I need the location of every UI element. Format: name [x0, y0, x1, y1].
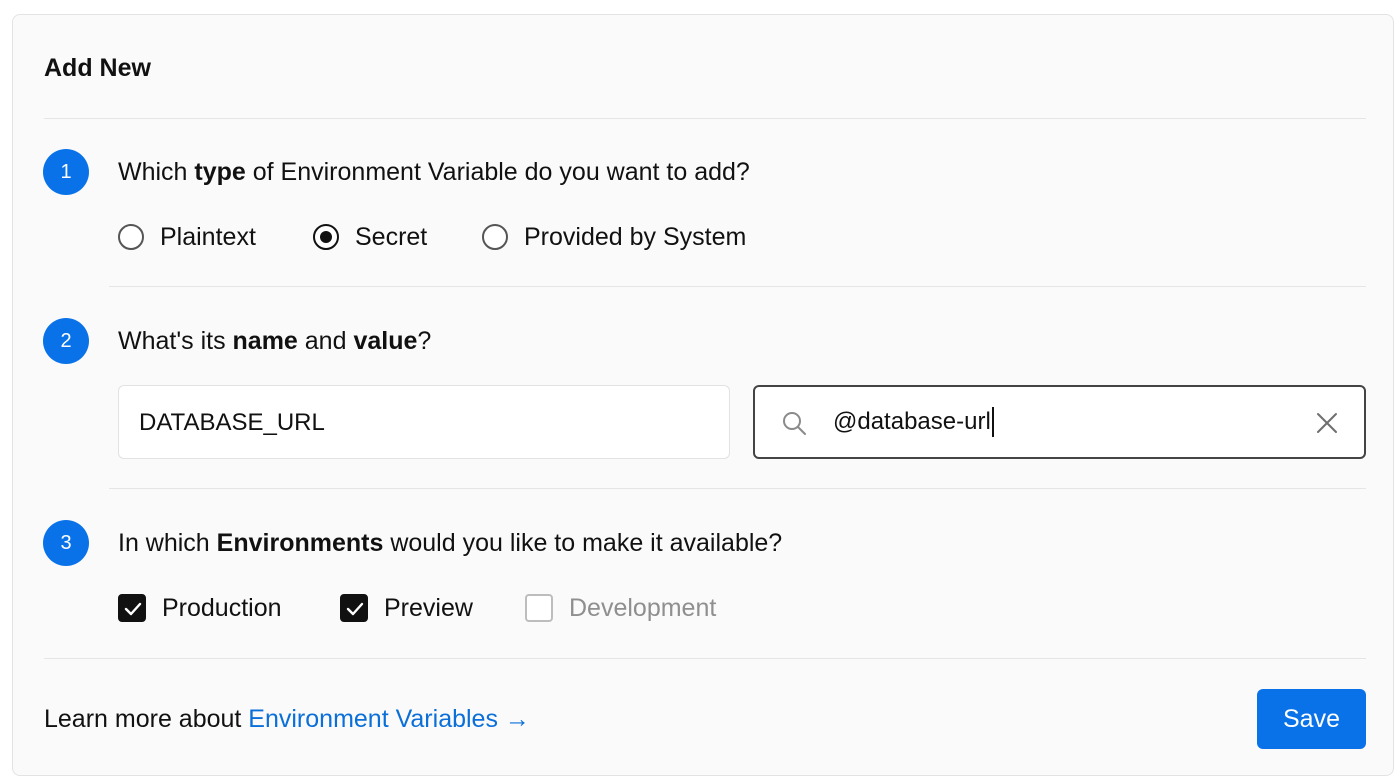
- step-3-question: In which Environments would you like to …: [118, 528, 782, 558]
- checkbox-preview-label: Preview: [384, 594, 473, 622]
- step-2-badge: 2: [43, 318, 89, 364]
- checkbox-development[interactable]: Development: [525, 591, 716, 625]
- check-icon: [346, 602, 364, 616]
- step-2-question-end: ?: [417, 327, 432, 355]
- radio-plaintext-label: Plaintext: [160, 223, 256, 251]
- environment-variables-link[interactable]: Environment Variables →: [248, 705, 530, 733]
- radio-provided-by-system[interactable]: Provided by System: [482, 220, 746, 254]
- add-new-card: Add New 1 Which type of Environment Vari…: [12, 14, 1394, 776]
- search-icon: [781, 410, 807, 441]
- environment-variables-link-text: Environment Variables: [248, 705, 498, 733]
- checkbox-preview-control[interactable]: [340, 594, 368, 622]
- learn-more-prefix: Learn more about: [44, 705, 249, 733]
- checkbox-production[interactable]: Production: [118, 591, 282, 625]
- step-2-question-value: value: [353, 327, 418, 355]
- variable-name-value: DATABASE_URL: [139, 409, 325, 436]
- step-3-question-text: In which: [118, 529, 217, 557]
- step-1-question: Which type of Environment Variable do yo…: [118, 157, 750, 187]
- save-button[interactable]: Save: [1257, 689, 1366, 749]
- variable-value-search-field[interactable]: @database-url: [753, 385, 1366, 459]
- step-1-badge: 1: [43, 149, 89, 195]
- radio-secret-label: Secret: [355, 223, 428, 251]
- step-1-question-emphasis: type: [194, 158, 246, 186]
- step-2-question-name: name: [232, 327, 298, 355]
- variable-value-text: @database-url: [833, 407, 994, 437]
- radio-provided-by-system-control[interactable]: [482, 224, 508, 250]
- step-1-question-text-end: of Environment Variable do you want to a…: [245, 158, 750, 186]
- checkbox-development-control[interactable]: [525, 594, 553, 622]
- text-caret: [991, 407, 994, 437]
- step-2-divider: [109, 488, 1366, 489]
- step-1-divider: [109, 286, 1366, 287]
- radio-plaintext-control[interactable]: [118, 224, 144, 250]
- radio-provided-by-system-label: Provided by System: [524, 223, 747, 251]
- variable-name-field[interactable]: DATABASE_URL: [118, 385, 730, 459]
- arrow-right-icon: →: [504, 705, 530, 733]
- step-2-question-text: What's its: [118, 327, 233, 355]
- variable-value-input-text: @database-url: [833, 408, 991, 435]
- checkbox-production-label: Production: [162, 594, 282, 622]
- step-1-question-text: Which: [118, 158, 195, 186]
- step-2-question: What's its name and value?: [118, 326, 431, 356]
- checkbox-production-control[interactable]: [118, 594, 146, 622]
- radio-secret-control[interactable]: [313, 224, 339, 250]
- card-title: Add New: [44, 54, 151, 82]
- check-icon: [124, 602, 142, 616]
- checkbox-preview[interactable]: Preview: [340, 591, 473, 625]
- close-icon[interactable]: [1316, 412, 1338, 439]
- header-divider: [44, 118, 1366, 119]
- step-2-question-mid: and: [297, 327, 354, 355]
- radio-secret[interactable]: Secret: [313, 220, 427, 254]
- step-3-badge: 3: [43, 520, 89, 566]
- radio-plaintext[interactable]: Plaintext: [118, 220, 256, 254]
- step-3-question-emphasis: Environments: [216, 529, 384, 557]
- learn-more-text: Learn more about Environment Variables →: [44, 704, 530, 734]
- footer-divider: [44, 658, 1366, 659]
- step-3-question-text-end: would you like to make it available?: [383, 529, 783, 557]
- checkbox-development-label: Development: [569, 594, 717, 622]
